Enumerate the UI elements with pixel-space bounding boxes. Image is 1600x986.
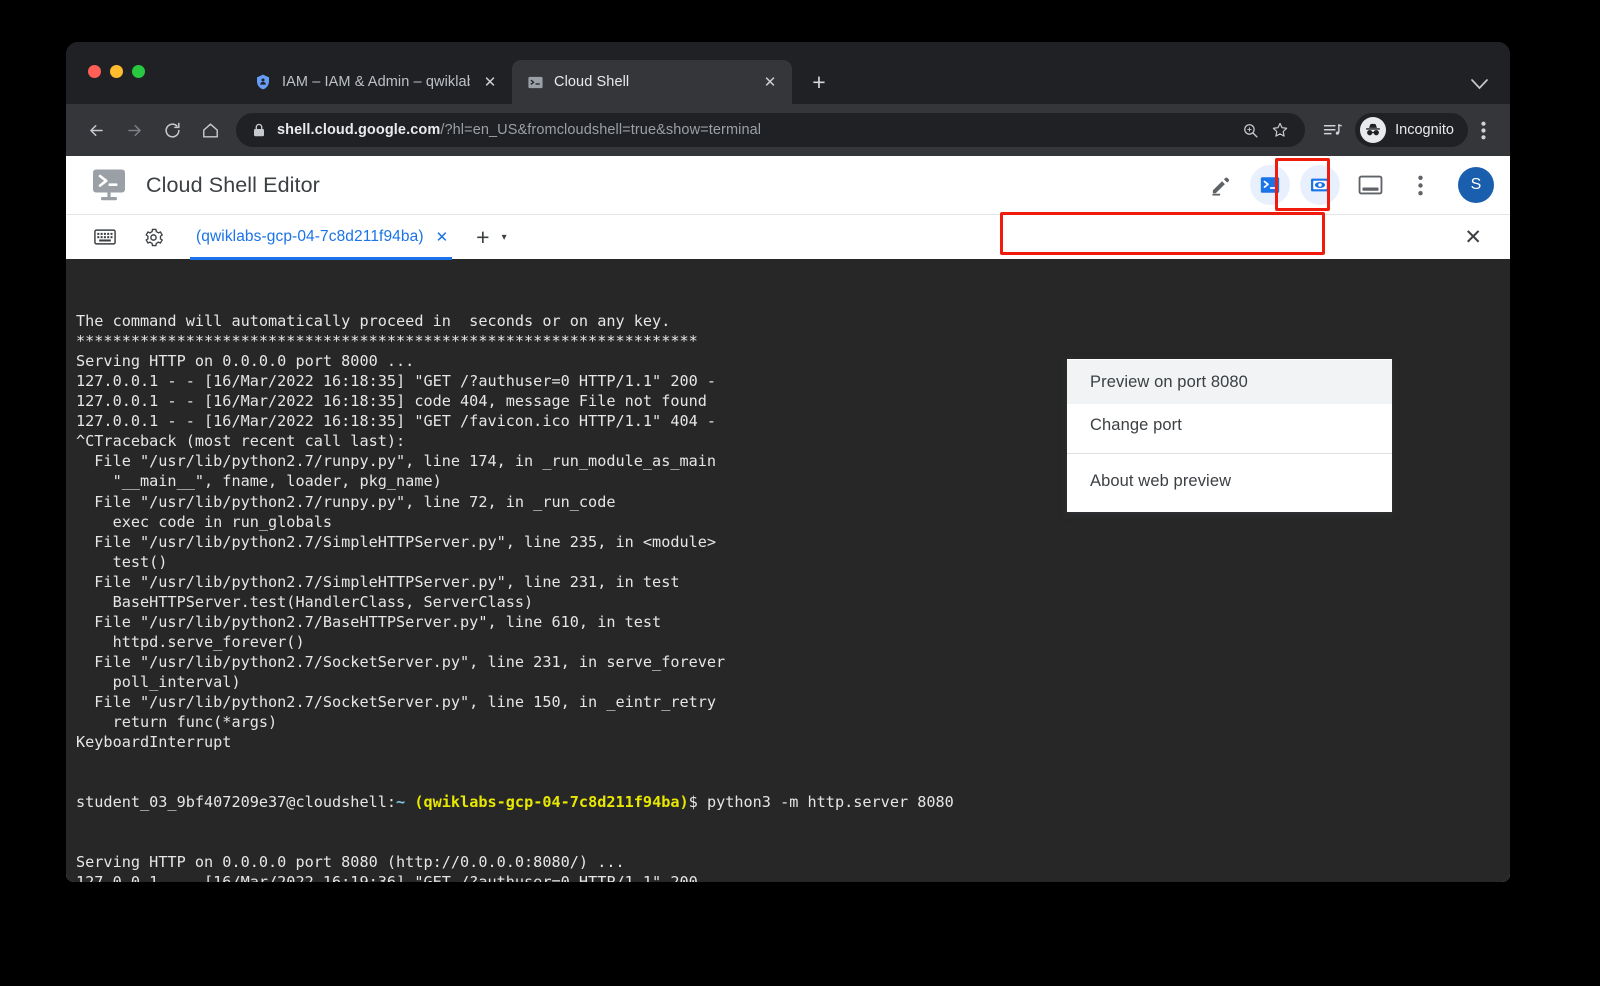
terminal-line: poll_interval): [76, 672, 1510, 692]
cloud-shell-app-bar: Cloud Shell Editor: [66, 156, 1510, 214]
terminal-tab-qwiklabs[interactable]: (qwiklabs-gcp-04-7c8d211f94ba) ✕: [184, 215, 454, 260]
avatar[interactable]: S: [1458, 167, 1494, 203]
lock-icon: [251, 123, 266, 137]
terminal-line: KeyboardInterrupt: [76, 732, 1510, 752]
tab-list: IAM – IAM & Admin – qwiklabs- ✕ Cloud Sh…: [240, 42, 836, 104]
url-path: /?hl=en_US&fromcloudshell=true&show=term…: [440, 122, 761, 138]
prompt-command: $ python3 -m http.server 8080: [689, 793, 954, 811]
terminal-output-after-prompt: Serving HTTP on 0.0.0.0 port 8080 (http:…: [76, 852, 1510, 882]
browser-tab-strip: IAM – IAM & Admin – qwiklabs- ✕ Cloud Sh…: [66, 42, 1510, 104]
chevron-down-icon[interactable]: [1471, 78, 1488, 93]
gear-icon[interactable]: [136, 220, 170, 254]
back-button[interactable]: [78, 112, 114, 148]
open-terminal-button[interactable]: [1250, 165, 1290, 205]
keyboard-icon[interactable]: [88, 220, 122, 254]
terminal-line: BaseHTTPServer.test(HandlerClass, Server…: [76, 592, 1510, 612]
menu-padding: [1067, 503, 1392, 512]
prompt-project: (qwiklabs-gcp-04-7c8d211f94ba): [414, 793, 688, 811]
browser-window: IAM – IAM & Admin – qwiklabs- ✕ Cloud Sh…: [66, 42, 1510, 882]
url-domain: shell.cloud.google.com: [277, 122, 440, 138]
address-bar[interactable]: shell.cloud.google.com/?hl=en_US&fromclo…: [236, 113, 1305, 147]
restore-panel-button[interactable]: [1350, 165, 1390, 205]
terminal-line: File "/usr/lib/python2.7/SimpleHTTPServe…: [76, 572, 1510, 592]
screenshot-root: IAM – IAM & Admin – qwiklabs- ✕ Cloud Sh…: [0, 0, 1600, 986]
web-preview-button[interactable]: [1300, 165, 1340, 205]
close-icon[interactable]: ✕: [480, 72, 500, 92]
shield-icon: [254, 73, 272, 91]
reload-button[interactable]: [154, 112, 190, 148]
new-tab-button[interactable]: +: [802, 65, 836, 99]
terminal-line: return func(*args): [76, 712, 1510, 732]
prompt-path: ~: [396, 793, 405, 811]
profile-label: Incognito: [1395, 122, 1454, 138]
browser-tab-title: IAM – IAM & Admin – qwiklabs-: [282, 74, 470, 90]
close-terminal-panel-button[interactable]: ✕: [1464, 227, 1482, 248]
home-button[interactable]: [192, 112, 228, 148]
web-preview-menu: Preview on port 8080 Change port About w…: [1067, 359, 1392, 512]
menu-item-change-port[interactable]: Change port: [1067, 404, 1392, 447]
close-icon[interactable]: ✕: [760, 72, 780, 92]
incognito-icon: [1360, 117, 1386, 143]
window-traffic-lights: [88, 65, 145, 78]
terminal-prompt-line: student_03_9bf407209e37@cloudshell:~ (qw…: [76, 792, 1510, 812]
terminal-tab-label: (qwiklabs-gcp-04-7c8d211f94ba): [196, 228, 424, 246]
menu-item-about-web-preview[interactable]: About web preview: [1067, 460, 1392, 503]
terminal-line: File "/usr/lib/python2.7/SocketServer.py…: [76, 652, 1510, 672]
close-window-button[interactable]: [88, 65, 101, 78]
chevron-down-icon[interactable]: ▾: [502, 232, 507, 243]
add-terminal-tab-button[interactable]: + ▾: [476, 226, 506, 249]
terminal-line: Serving HTTP on 0.0.0.0 port 8080 (http:…: [76, 852, 1510, 872]
plus-icon[interactable]: +: [476, 226, 489, 249]
terminal-line: 127.0.0.1 - - [16/Mar/2022 16:19:36] "GE…: [76, 872, 1510, 882]
forward-button[interactable]: [116, 112, 152, 148]
web-preview-menu-inner: Preview on port 8080 Change port About w…: [1067, 359, 1392, 512]
menu-item-preview-on-port[interactable]: Preview on port 8080: [1067, 360, 1392, 404]
cloud-shell-icon: [526, 73, 544, 91]
terminal-line: exec code in run_globals: [76, 512, 1510, 532]
zoom-search-icon[interactable]: [1235, 122, 1265, 139]
terminal-line: File "/usr/lib/python2.7/SimpleHTTPServe…: [76, 532, 1510, 552]
terminal-line: File "/usr/lib/python2.7/BaseHTTPServer.…: [76, 612, 1510, 632]
more-options-button[interactable]: [1400, 165, 1440, 205]
terminal-output[interactable]: The command will automatically proceed i…: [66, 259, 1510, 882]
terminal-line: File "/usr/lib/python2.7/SocketServer.py…: [76, 692, 1510, 712]
page-title: Cloud Shell Editor: [146, 173, 320, 198]
address-bar-url: shell.cloud.google.com/?hl=en_US&fromclo…: [277, 122, 1235, 138]
open-editor-button[interactable]: [1200, 165, 1240, 205]
prompt-user: student_03_9bf407209e37@cloudshell:: [76, 793, 396, 811]
star-icon[interactable]: [1265, 121, 1295, 139]
browser-toolbar: shell.cloud.google.com/?hl=en_US&fromclo…: [66, 104, 1510, 156]
app-bar-actions: S: [1200, 165, 1494, 205]
profile-incognito-button[interactable]: Incognito: [1355, 113, 1468, 147]
close-icon[interactable]: ✕: [436, 228, 449, 246]
terminal-line: ****************************************…: [76, 331, 1510, 351]
reading-list-icon[interactable]: [1315, 113, 1349, 147]
menu-divider: [1067, 453, 1392, 454]
browser-tab-cloud-shell[interactable]: Cloud Shell ✕: [512, 60, 792, 104]
terminal-line: The command will automatically proceed i…: [76, 311, 1510, 331]
page-content: Cloud Shell Editor: [66, 156, 1510, 882]
minimize-window-button[interactable]: [110, 65, 123, 78]
maximize-window-button[interactable]: [132, 65, 145, 78]
browser-tab-title: Cloud Shell: [554, 74, 750, 90]
terminal-line: httpd.serve_forever(): [76, 632, 1510, 652]
browser-tab-iam[interactable]: IAM – IAM & Admin – qwiklabs- ✕: [240, 60, 512, 104]
terminal-line: test(): [76, 552, 1510, 572]
kebab-menu-icon[interactable]: [1470, 121, 1496, 140]
terminal-tab-bar: (qwiklabs-gcp-04-7c8d211f94ba) ✕ + ▾ ✕: [66, 214, 1510, 259]
cloud-shell-logo: [90, 166, 128, 204]
